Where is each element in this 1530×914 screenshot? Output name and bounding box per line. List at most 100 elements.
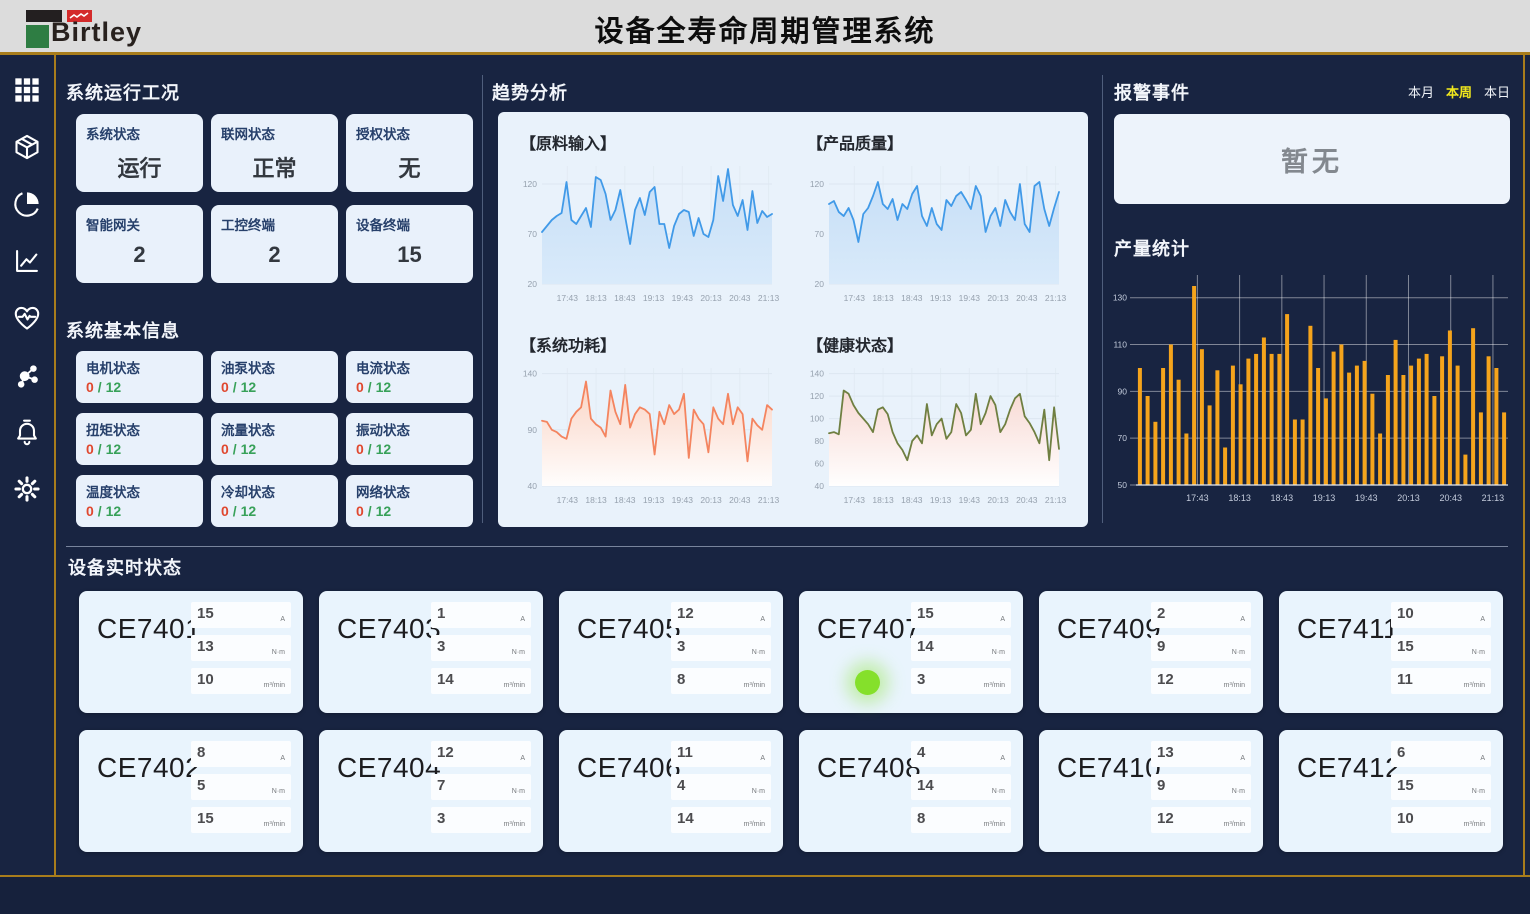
device-metric-unit: N·m	[512, 788, 525, 795]
device-metric-unit: m³/min	[1224, 682, 1245, 689]
svg-text:17:43: 17:43	[844, 495, 866, 505]
topology-icon[interactable]	[12, 360, 42, 390]
chart-title: 【产品质量】	[807, 130, 903, 154]
alarm-empty-card: 暂无	[1114, 114, 1510, 204]
device-metric-row: 6 A	[1391, 741, 1491, 767]
device-metric-value: 12	[1157, 671, 1174, 688]
device-metric-row: 12 A	[671, 602, 771, 628]
svg-text:21:13: 21:13	[1045, 293, 1067, 303]
device-metric-value: 3	[917, 671, 925, 688]
section-title-system-run: 系统运行工况	[66, 79, 180, 105]
device-name: CE7406	[577, 752, 681, 784]
device-metric-row: 12 m³/min	[1151, 807, 1251, 833]
svg-text:20:43: 20:43	[1016, 293, 1038, 303]
main-content: 系统运行工况 系统状态 运行 联网状态 正常 授权状态 无 智能网关 2 工控终…	[58, 55, 1524, 877]
device-card-CE7411[interactable]: CE7411 10 A 15 N·m 11 m³/min	[1279, 591, 1503, 713]
device-metric-row: 10 A	[1391, 602, 1491, 628]
device-metric-unit: A	[520, 616, 525, 623]
device-metric-row: 9 N·m	[1151, 635, 1251, 661]
section-title-system-info: 系统基本信息	[66, 317, 180, 343]
apps-grid-icon[interactable]	[12, 75, 42, 105]
device-metric-unit: A	[760, 616, 765, 623]
device-metric-unit: N·m	[992, 788, 1005, 795]
svg-text:140: 140	[810, 368, 824, 378]
device-metric-row: 8 A	[191, 741, 291, 767]
device-name: CE7409	[1057, 613, 1161, 645]
info-card-count: 0/ 12	[86, 441, 193, 457]
info-card: 网络状态 0/ 12	[346, 475, 473, 527]
svg-text:18:13: 18:13	[585, 495, 607, 505]
svg-text:80: 80	[815, 436, 825, 446]
device-metric-value: 10	[1397, 810, 1414, 827]
pie-chart-icon[interactable]	[12, 189, 42, 219]
device-card-CE7407[interactable]: CE7407 15 A 14 N·m 3 m³/min	[799, 591, 1023, 713]
device-metric-unit: A	[1000, 755, 1005, 762]
device-metric-row: 12 A	[431, 741, 531, 767]
device-metric-value: 8	[677, 671, 685, 688]
device-metric-unit: N·m	[512, 649, 525, 656]
cube-icon[interactable]	[12, 132, 42, 162]
svg-text:20:13: 20:13	[987, 495, 1009, 505]
info-card-label: 扭矩状态	[86, 419, 193, 439]
alarm-tab-本月[interactable]: 本月	[1408, 82, 1434, 101]
chart-title: 【系统功耗】	[520, 332, 616, 356]
device-metric-unit: N·m	[992, 649, 1005, 656]
alarm-tab-本日[interactable]: 本日	[1484, 82, 1510, 101]
gear-icon[interactable]	[12, 474, 42, 504]
device-grid: CE7401 15 A 13 N·m 10 m³/min CE7403 1 A …	[79, 591, 1503, 852]
svg-text:140: 140	[523, 368, 537, 378]
device-card-CE7410[interactable]: CE7410 13 A 9 N·m 12 m³/min	[1039, 730, 1263, 852]
svg-text:120: 120	[523, 179, 537, 189]
bell-icon[interactable]	[12, 417, 42, 447]
device-metric-row: 11 m³/min	[1391, 668, 1491, 694]
device-metric-value: 4	[917, 744, 925, 761]
status-card-label: 联网状态	[221, 123, 328, 143]
info-card-count: 0/ 12	[221, 441, 328, 457]
device-card-CE7401[interactable]: CE7401 15 A 13 N·m 10 m³/min	[79, 591, 303, 713]
device-card-CE7409[interactable]: CE7409 2 A 9 N·m 12 m³/min	[1039, 591, 1263, 713]
svg-text:19:13: 19:13	[930, 495, 952, 505]
device-metrics: 12 A 7 N·m 3 m³/min	[431, 741, 531, 833]
svg-text:21:13: 21:13	[758, 495, 780, 505]
device-metric-value: 5	[197, 777, 205, 794]
device-card-CE7405[interactable]: CE7405 12 A 3 N·m 8 m³/min	[559, 591, 783, 713]
section-title-devices: 设备实时状态	[68, 554, 182, 580]
device-metric-unit: A	[1240, 616, 1245, 623]
device-card-CE7408[interactable]: CE7408 4 A 14 N·m 8 m³/min	[799, 730, 1023, 852]
device-card-CE7404[interactable]: CE7404 12 A 7 N·m 3 m³/min	[319, 730, 543, 852]
device-metric-unit: A	[1480, 616, 1485, 623]
device-card-CE7406[interactable]: CE7406 11 A 4 N·m 14 m³/min	[559, 730, 783, 852]
device-metric-unit: m³/min	[1224, 821, 1245, 828]
device-metric-row: 15 N·m	[1391, 635, 1491, 661]
device-card-CE7412[interactable]: CE7412 6 A 15 N·m 10 m³/min	[1279, 730, 1503, 852]
right-border-line	[1523, 55, 1525, 877]
svg-text:20:43: 20:43	[729, 495, 751, 505]
svg-text:20:43: 20:43	[1016, 495, 1038, 505]
device-card-CE7402[interactable]: CE7402 8 A 5 N·m 15 m³/min	[79, 730, 303, 852]
health-pulse-icon[interactable]	[12, 303, 42, 333]
info-card-count: 0/ 12	[356, 441, 463, 457]
device-metric-unit: N·m	[752, 788, 765, 795]
device-name: CE7404	[337, 752, 441, 784]
status-card: 授权状态 无	[346, 114, 473, 192]
svg-text:18:13: 18:13	[1228, 493, 1251, 503]
device-card-CE7403[interactable]: CE7403 1 A 3 N·m 14 m³/min	[319, 591, 543, 713]
status-card-label: 智能网关	[86, 214, 193, 234]
alarm-tab-本周[interactable]: 本周	[1446, 82, 1472, 101]
device-metric-row: 5 N·m	[191, 774, 291, 800]
device-metric-unit: m³/min	[984, 821, 1005, 828]
device-metric-row: 11 A	[671, 741, 771, 767]
power-line-chart: 17:4318:1318:4319:1319:4320:1320:4321:13…	[510, 358, 782, 521]
device-metric-unit: A	[1240, 755, 1245, 762]
device-metrics: 6 A 15 N·m 10 m³/min	[1391, 741, 1491, 833]
device-metric-unit: A	[280, 616, 285, 623]
line-chart-icon[interactable]	[12, 246, 42, 276]
device-metric-value: 12	[677, 605, 694, 622]
device-metric-value: 4	[677, 777, 685, 794]
device-metric-value: 9	[1157, 777, 1165, 794]
status-card-value: 2	[86, 242, 193, 268]
svg-text:19:43: 19:43	[959, 495, 981, 505]
device-metric-unit: m³/min	[1464, 821, 1485, 828]
alarm-period-tabs: 本月本周本日	[1114, 82, 1510, 102]
device-metric-value: 9	[1157, 638, 1165, 655]
